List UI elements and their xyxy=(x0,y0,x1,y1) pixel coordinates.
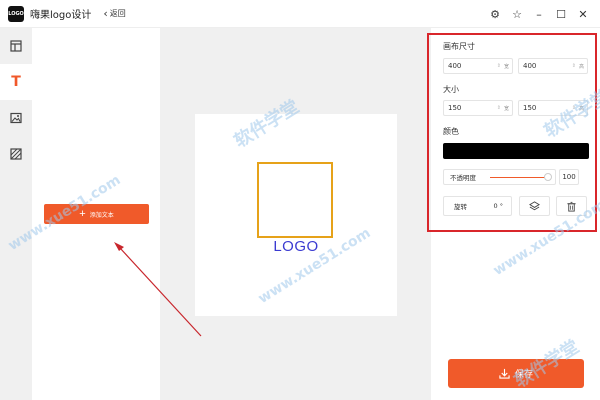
pattern-icon xyxy=(10,148,22,160)
layout-icon xyxy=(10,40,22,52)
canvas-stage: LOGO xyxy=(160,28,431,400)
title-bar: LOGO 嗨果logo设计 ‹ 返回 ⚙ ☆ – ☐ ✕ xyxy=(0,0,600,28)
download-icon xyxy=(499,368,510,379)
maximize-icon[interactable]: ☐ xyxy=(550,8,572,21)
plus-icon: + xyxy=(79,207,86,220)
minimize-icon[interactable]: – xyxy=(528,8,550,21)
add-text-label: 添加文本 xyxy=(89,212,114,219)
app-logo: LOGO xyxy=(8,5,24,22)
add-text-button[interactable]: + 添加文本 xyxy=(44,204,149,224)
logo-text-element[interactable]: LOGO xyxy=(250,238,342,255)
tool-rail: T xyxy=(0,28,32,400)
back-label: 返回 xyxy=(109,9,126,18)
artboard[interactable]: LOGO xyxy=(195,114,397,316)
back-button[interactable]: ‹ 返回 xyxy=(103,8,125,19)
rail-item-image[interactable] xyxy=(0,100,32,136)
highlight-box xyxy=(427,33,597,232)
rail-item-text[interactable]: T xyxy=(0,64,32,100)
close-icon[interactable]: ✕ xyxy=(572,8,594,21)
text-panel: + 添加文本 xyxy=(32,28,160,400)
image-icon xyxy=(10,112,22,124)
save-label: 保存 xyxy=(514,369,533,379)
app-title: 嗨果logo设计 xyxy=(30,10,92,21)
rail-item-pattern[interactable] xyxy=(0,136,32,172)
logo-shape-frame[interactable] xyxy=(257,162,333,238)
rail-item-layout[interactable] xyxy=(0,28,32,64)
star-icon[interactable]: ☆ xyxy=(506,8,528,21)
chevron-left-icon: ‹ xyxy=(103,7,108,20)
text-icon: T xyxy=(11,74,21,90)
app-window: LOGO 嗨果logo设计 ‹ 返回 ⚙ ☆ – ☐ ✕ T + 添加文本 LO… xyxy=(0,0,600,400)
gear-icon[interactable]: ⚙ xyxy=(484,8,506,21)
save-button[interactable]: 保存 xyxy=(448,359,584,388)
window-controls: ⚙ ☆ – ☐ ✕ xyxy=(484,0,594,28)
